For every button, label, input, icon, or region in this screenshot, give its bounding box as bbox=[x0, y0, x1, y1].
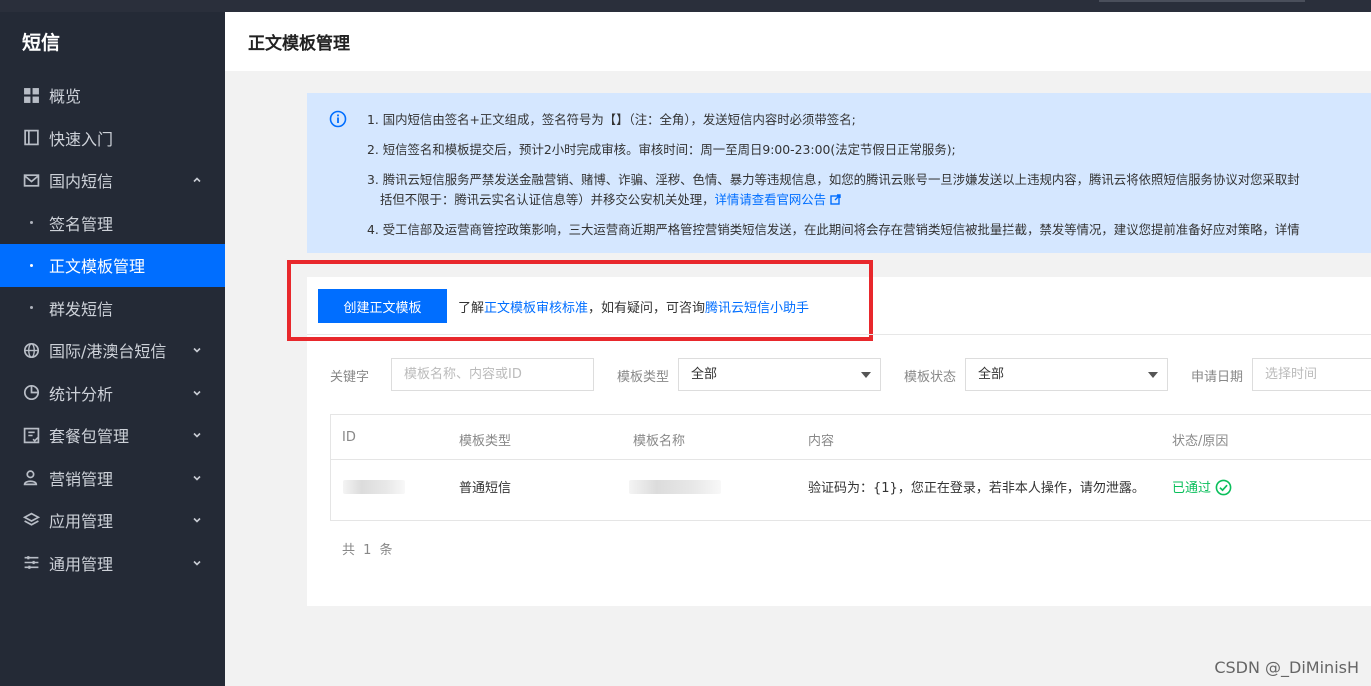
chevron-up-icon bbox=[193, 177, 201, 183]
sidebar-item-label: 通用管理 bbox=[49, 554, 114, 574]
cell-type: 普通短信 bbox=[459, 481, 512, 496]
sidebar-item-label: 应用管理 bbox=[49, 512, 114, 532]
grid-icon bbox=[22, 86, 40, 104]
bullet-icon bbox=[30, 306, 33, 310]
sidebar-item-label: 快速入门 bbox=[49, 129, 114, 149]
divider bbox=[307, 334, 1371, 335]
sidebar-title: 短信 bbox=[22, 32, 61, 54]
notice-line-4: 4. 受工信部及运营商管控政策影响，三大运营商近期严格管控营销类短信发送，在此期… bbox=[367, 222, 1300, 237]
notice-line-3b: 括但不限于：腾讯云实名认证信息等）并移交公安机关处理，详情请查看官网公告 bbox=[380, 190, 841, 208]
sidebar-item-label: 概览 bbox=[49, 87, 82, 107]
keyword-input[interactable]: 模板名称、内容或ID bbox=[391, 358, 594, 391]
sidebar-item-label: 正文模板管理 bbox=[49, 257, 146, 277]
caret-down-icon bbox=[1148, 372, 1158, 378]
status-select[interactable]: 全部 bbox=[965, 358, 1168, 391]
type-select-value: 全部 bbox=[691, 367, 718, 382]
pie-chart-icon bbox=[22, 384, 40, 402]
top-bar bbox=[0, 0, 1371, 12]
check-circle-icon bbox=[1215, 479, 1232, 496]
notice-banner: 1. 国内短信由签名+正文组成，签名符号为【】（注：全角），发送短信内容时必须带… bbox=[307, 93, 1371, 253]
template-table: ID 模板类型 模板名称 内容 状态/原因 普通短信 验证码为：{1}，您正在登… bbox=[330, 414, 1371, 521]
review-standard-link[interactable]: 正文模板审核标准 bbox=[484, 301, 588, 316]
bullet-icon bbox=[30, 263, 33, 267]
sidebar-item-statistics[interactable]: 统计分析 bbox=[0, 372, 225, 415]
help-mid: ，如有疑问，可咨询 bbox=[588, 301, 706, 316]
keyword-label: 关键字 bbox=[330, 370, 370, 385]
chevron-down-icon bbox=[193, 390, 201, 396]
col-content: 内容 bbox=[808, 434, 835, 449]
sidebar-item-apps[interactable]: 应用管理 bbox=[0, 499, 225, 542]
sidebar-item-bulk-sms[interactable]: 群发短信 bbox=[0, 287, 225, 330]
col-id: ID bbox=[342, 430, 356, 445]
main-content: 正文模板管理 1. 国内短信由签名+正文组成，签名符号为【】（注：全角），发送短… bbox=[225, 12, 1371, 686]
caret-down-icon bbox=[861, 372, 871, 378]
status-text: 已通过 bbox=[1172, 481, 1212, 496]
total-count: 共 1 条 bbox=[342, 543, 395, 558]
notice-line-3b-text: 括但不限于：腾讯云实名认证信息等）并移交公安机关处理， bbox=[380, 192, 715, 207]
notice-line-2: 2. 短信签名和模板提交后，预计2小时完成审核。审核时间：周一至周日9:00-2… bbox=[367, 142, 956, 157]
status-label: 模板状态 bbox=[904, 370, 957, 385]
type-select[interactable]: 全部 bbox=[678, 358, 881, 391]
sidebar-item-label: 群发短信 bbox=[49, 299, 114, 319]
redacted-name bbox=[629, 480, 721, 494]
chevron-down-icon bbox=[193, 518, 201, 523]
cell-status: 已通过 bbox=[1172, 477, 1232, 496]
layers-icon bbox=[22, 511, 40, 529]
sidebar-item-domestic-sms[interactable]: 国内短信 bbox=[0, 159, 225, 202]
sidebar-item-quickstart[interactable]: 快速入门 bbox=[0, 117, 225, 160]
sidebar-item-label: 套餐包管理 bbox=[49, 427, 130, 447]
template-card: 创建正文模板 了解正文模板审核标准，如有疑问，可咨询腾讯云短信小助手 关键字 模… bbox=[287, 260, 1371, 606]
help-text: 了解正文模板审核标准，如有疑问，可咨询腾讯云短信小助手 bbox=[458, 297, 809, 316]
sidebar-item-label: 国内短信 bbox=[49, 172, 114, 192]
sidebar: 短信 概览 快速入门 国内短信 签名管理 正文模板管理 群发短信 国际/港澳台短… bbox=[0, 12, 225, 686]
sidebar-item-packages[interactable]: 套餐包管理 bbox=[0, 414, 225, 457]
help-prefix: 了解 bbox=[458, 301, 485, 316]
external-link-icon[interactable] bbox=[830, 194, 841, 205]
create-template-button[interactable]: 创建正文模板 bbox=[318, 289, 447, 323]
date-picker[interactable]: 选择时间 bbox=[1252, 358, 1371, 391]
globe-icon bbox=[22, 341, 40, 359]
chevron-down-icon bbox=[193, 433, 201, 438]
sidebar-item-overview[interactable]: 概览 bbox=[0, 74, 225, 117]
status-select-value: 全部 bbox=[978, 367, 1005, 382]
chevron-down-icon bbox=[193, 348, 201, 353]
assistant-link[interactable]: 腾讯云短信小助手 bbox=[705, 301, 809, 316]
page-title: 正文模板管理 bbox=[225, 12, 1371, 71]
redacted-id bbox=[343, 480, 405, 494]
watermark: CSDN @_DiMinisH bbox=[1214, 658, 1359, 677]
info-icon bbox=[329, 110, 347, 128]
sidebar-item-marketing[interactable]: 营销管理 bbox=[0, 457, 225, 500]
notice-announcement-link[interactable]: 详情请查看官网公告 bbox=[715, 192, 827, 207]
sidebar-item-label: 统计分析 bbox=[49, 384, 114, 404]
book-icon bbox=[22, 129, 40, 147]
notice-line-3a: 3. 腾讯云短信服务严禁发送金融营销、赌博、诈骗、淫秽、色情、暴力等违规信息，如… bbox=[367, 172, 1300, 187]
sidebar-item-international-sms[interactable]: 国际/港澳台短信 bbox=[0, 329, 225, 372]
sidebar-item-signature[interactable]: 签名管理 bbox=[0, 202, 225, 245]
date-label: 申请日期 bbox=[1191, 370, 1244, 385]
notice-line-1: 1. 国内短信由签名+正文组成，签名符号为【】（注：全角），发送短信内容时必须带… bbox=[367, 112, 856, 127]
sliders-icon bbox=[22, 554, 40, 572]
col-type: 模板类型 bbox=[459, 434, 512, 449]
bullet-icon bbox=[30, 221, 33, 225]
col-name: 模板名称 bbox=[633, 434, 686, 449]
package-icon bbox=[22, 426, 40, 444]
sidebar-item-label: 营销管理 bbox=[49, 469, 114, 489]
type-label: 模板类型 bbox=[617, 370, 670, 385]
mail-icon bbox=[22, 171, 40, 189]
chevron-down-icon bbox=[193, 475, 201, 481]
cell-content: 验证码为：{1}，您正在登录，若非本人操作，请勿泄露。 bbox=[808, 481, 1145, 496]
table-header: ID 模板类型 模板名称 内容 状态/原因 bbox=[331, 415, 1371, 460]
col-status: 状态/原因 bbox=[1172, 434, 1229, 449]
top-search-stub[interactable] bbox=[1099, 0, 1305, 2]
users-icon bbox=[22, 469, 40, 487]
sidebar-item-label: 国际/港澳台短信 bbox=[49, 342, 167, 362]
sidebar-item-general[interactable]: 通用管理 bbox=[0, 542, 225, 585]
sidebar-item-label: 签名管理 bbox=[49, 214, 114, 234]
sidebar-item-templates[interactable]: 正文模板管理 bbox=[0, 244, 225, 287]
chevron-down-icon bbox=[193, 560, 201, 566]
